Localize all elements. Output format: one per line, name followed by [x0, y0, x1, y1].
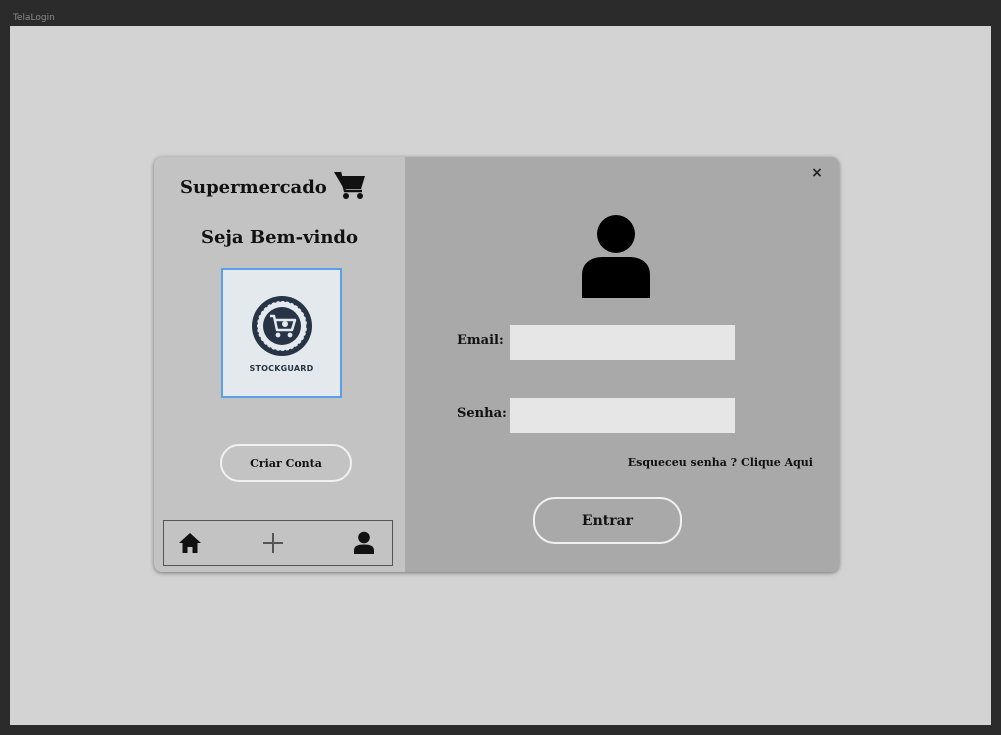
user-icon[interactable]	[351, 531, 377, 555]
brand-title: Supermercado	[180, 176, 327, 198]
login-panel: × Email: Senha: Esqueceu senha ? Clique …	[405, 157, 839, 572]
brand-header: Supermercado	[180, 171, 367, 203]
welcome-heading: Seja Bem-vindo	[200, 227, 359, 248]
email-label: Email:	[457, 333, 504, 348]
plus-icon[interactable]	[260, 531, 286, 555]
bottom-nav	[163, 520, 393, 566]
home-icon[interactable]	[177, 531, 203, 555]
stockguard-logo-icon	[250, 294, 314, 362]
app-window: TelaLogin Supermercado Seja Bem-vindo ST…	[0, 0, 1001, 735]
login-dialog: Supermercado Seja Bem-vindo STOCKGUARD C…	[154, 157, 839, 572]
create-account-button[interactable]: Criar Conta	[220, 444, 352, 482]
close-button[interactable]: ×	[809, 165, 825, 181]
logo-text: STOCKGUARD	[249, 363, 314, 373]
user-avatar-icon	[580, 214, 652, 298]
login-button[interactable]: Entrar	[533, 497, 682, 544]
sidebar-panel: Supermercado Seja Bem-vindo STOCKGUARD C…	[154, 157, 405, 572]
password-label: Senha:	[457, 406, 507, 421]
window-client-area: Supermercado Seja Bem-vindo STOCKGUARD C…	[10, 26, 991, 725]
company-logo: STOCKGUARD	[221, 268, 342, 398]
shopping-cart-icon	[333, 170, 367, 204]
password-field[interactable]	[510, 398, 735, 433]
window-title: TelaLogin	[13, 13, 55, 23]
email-field[interactable]	[510, 325, 735, 360]
forgot-password-link[interactable]: Esqueceu senha ? Clique Aqui	[628, 456, 813, 469]
